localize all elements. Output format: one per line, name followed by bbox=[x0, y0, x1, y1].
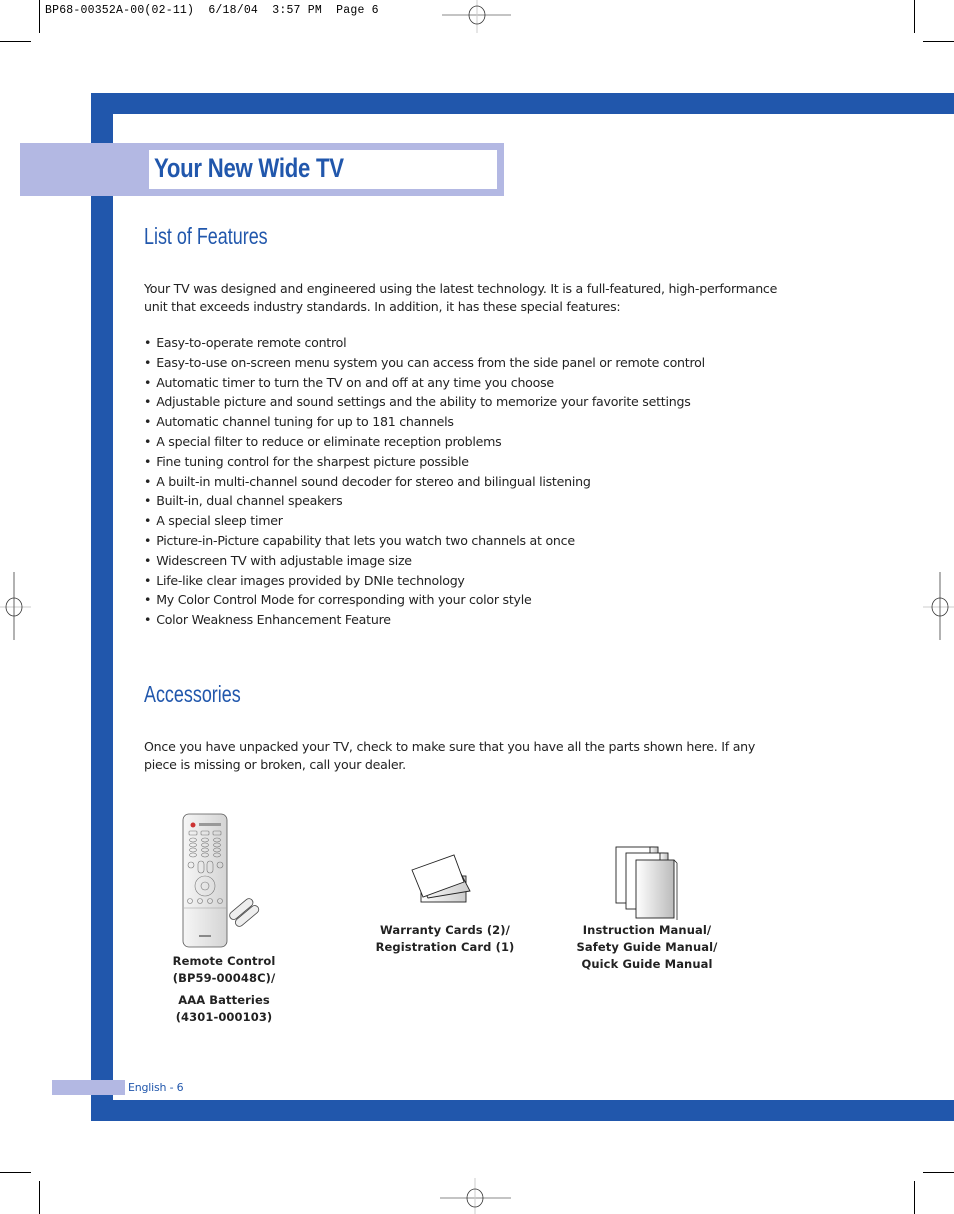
feature-item: Easy-to-operate remote control bbox=[144, 333, 705, 353]
feature-item: Automatic channel tuning for up to 181 c… bbox=[144, 412, 705, 432]
crop-mark bbox=[0, 41, 31, 42]
crop-mark bbox=[39, 0, 40, 33]
feature-item: Built-in, dual channel speakers bbox=[144, 491, 705, 511]
accessory-label-line: Warranty Cards (2)/ bbox=[380, 923, 510, 937]
feature-item: A built-in multi-channel sound decoder f… bbox=[144, 472, 705, 492]
feature-item: Easy-to-use on-screen menu system you ca… bbox=[144, 353, 705, 373]
feature-item: Fine tuning control for the sharpest pic… bbox=[144, 452, 705, 472]
crop-mark bbox=[923, 41, 954, 42]
bottom-blue-bar bbox=[91, 1100, 954, 1121]
features-intro-line: Your TV was designed and engineered usin… bbox=[144, 281, 778, 296]
top-blue-bar bbox=[91, 93, 954, 114]
accessories-intro-line: piece is missing or broken, call your de… bbox=[144, 756, 406, 772]
left-blue-bar bbox=[91, 93, 113, 1121]
registration-mark-icon bbox=[440, 1178, 511, 1214]
page-number: English - 6 bbox=[128, 1081, 184, 1094]
features-list: Easy-to-operate remote control Easy-to-u… bbox=[144, 333, 705, 630]
registration-mark-icon bbox=[442, 0, 511, 33]
feature-item: My Color Control Mode for corresponding … bbox=[144, 590, 705, 610]
accessory-label-remote: Remote Control (BP59-00048C)/ AAA Batter… bbox=[144, 953, 304, 1026]
cards-icon bbox=[411, 854, 471, 903]
feature-item: Automatic timer to turn the TV on and of… bbox=[144, 373, 705, 393]
accessory-label-cards: Warranty Cards (2)/ Registration Card (1… bbox=[360, 922, 530, 956]
accessory-label-line: Instruction Manual/ bbox=[582, 923, 712, 937]
accessory-label-line: Registration Card (1) bbox=[375, 940, 515, 954]
crop-mark bbox=[39, 1181, 40, 1214]
feature-item: Life-like clear images provided by DNIe … bbox=[144, 571, 705, 591]
features-intro-line: unit that exceeds industry standards. In… bbox=[144, 298, 621, 314]
accessory-label-manuals: Instruction Manual/ Safety Guide Manual/… bbox=[562, 922, 732, 973]
feature-item: Picture-in-Picture capability that lets … bbox=[144, 531, 705, 551]
feature-item: Color Weakness Enhancement Feature bbox=[144, 610, 705, 630]
accessories-intro: Once you have unpacked your TV, check to… bbox=[144, 738, 804, 773]
accessory-label-line: Quick Guide Manual bbox=[581, 957, 713, 971]
accessory-label-line: Remote Control bbox=[172, 954, 276, 968]
feature-item: Adjustable picture and sound settings an… bbox=[144, 392, 705, 412]
feature-item: Widescreen TV with adjustable image size bbox=[144, 551, 705, 571]
manuals-icon bbox=[615, 846, 678, 920]
page-title: Your New Wide TV bbox=[154, 153, 344, 183]
footer-band bbox=[52, 1080, 125, 1095]
accessory-label-line: AAA Batteries bbox=[178, 993, 270, 1007]
features-intro: Your TV was designed and engineered usin… bbox=[144, 280, 804, 315]
accessory-label-line: (4301-000103) bbox=[175, 1010, 273, 1024]
accessories-heading: Accessories bbox=[144, 681, 241, 707]
crop-mark bbox=[914, 1181, 915, 1214]
remote-control-icon bbox=[182, 813, 260, 948]
accessory-label-line: Safety Guide Manual/ bbox=[576, 940, 718, 954]
crop-mark bbox=[923, 1172, 954, 1173]
registration-mark-icon bbox=[0, 572, 31, 640]
accessories-intro-line: Once you have unpacked your TV, check to… bbox=[144, 739, 756, 754]
feature-item: A special filter to reduce or eliminate … bbox=[144, 432, 705, 452]
print-slug: BP68-00352A-00(02-11) 6/18/04 3:57 PM Pa… bbox=[45, 4, 379, 17]
registration-mark-icon bbox=[923, 572, 954, 640]
crop-mark bbox=[0, 1172, 31, 1173]
crop-mark bbox=[914, 0, 915, 33]
features-heading: List of Features bbox=[144, 223, 268, 249]
accessory-label-line: (BP59-00048C)/ bbox=[172, 971, 276, 985]
feature-item: A special sleep timer bbox=[144, 511, 705, 531]
